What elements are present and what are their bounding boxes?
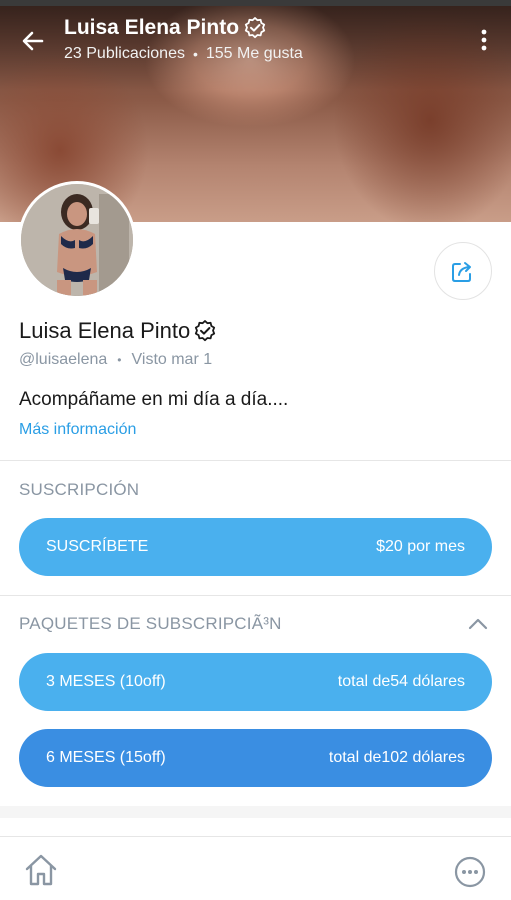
section-gap xyxy=(0,806,511,818)
avatar-photo xyxy=(21,184,133,296)
more-vertical-icon xyxy=(481,29,487,51)
bundle-label: 6 MESES (15off) xyxy=(46,749,166,766)
subscribe-price: $20 por mes xyxy=(376,538,465,555)
profile-name-row: Luisa Elena Pinto xyxy=(19,318,217,344)
back-button[interactable] xyxy=(18,26,48,56)
chevron-up-icon xyxy=(468,618,488,630)
share-button[interactable] xyxy=(434,242,492,300)
more-info-link[interactable]: Más información xyxy=(19,421,136,439)
profile-bio: Acompáñame en mi día a día.... xyxy=(19,389,289,410)
likes-count: 155 Me gusta xyxy=(205,45,303,62)
home-icon xyxy=(25,854,57,886)
last-seen: Visto mar 1 xyxy=(131,351,213,368)
divider xyxy=(0,460,511,461)
bundle-price: total de54 dólares xyxy=(337,673,465,690)
avatar-figure xyxy=(21,184,133,296)
posts-count: 23 Publicaciones xyxy=(64,45,185,62)
divider xyxy=(0,595,511,596)
stats-separator: • xyxy=(192,46,198,62)
bundle-label: 3 MESES (10off) xyxy=(46,673,166,690)
handle-row: @luisaelena • Visto mar 1 xyxy=(19,351,212,369)
subscription-title: SUSCRIPCIÓN xyxy=(19,480,140,499)
subscribe-button[interactable]: SUSCRÍBETE $20 por mes xyxy=(19,518,492,576)
profile-handle: @luisaelena xyxy=(19,351,108,368)
more-circle-icon xyxy=(454,856,486,888)
status-bar-strip xyxy=(0,0,511,6)
more-options-button[interactable] xyxy=(472,26,496,56)
subscribe-label: SUSCRÍBETE xyxy=(46,538,149,555)
handle-separator: • xyxy=(117,353,122,367)
home-button[interactable] xyxy=(22,852,60,888)
header-info: Luisa Elena Pinto 23 Publicaciones • 155… xyxy=(64,16,303,63)
menu-button[interactable] xyxy=(452,854,488,890)
bundles-title: PAQUETES DE SUBSCRIPCIÃ³N xyxy=(19,614,282,633)
bundle-button-3-months[interactable]: 3 MESES (10off) total de54 dólares xyxy=(19,653,492,711)
bottom-nav xyxy=(0,836,511,900)
profile-name: Luisa Elena Pinto xyxy=(19,318,191,343)
verified-badge-icon xyxy=(195,320,216,342)
share-icon xyxy=(452,262,471,282)
bundle-button-6-months[interactable]: 6 MESES (15off) total de102 dólares xyxy=(19,729,492,787)
bundle-price: total de102 dólares xyxy=(328,749,465,766)
arrow-left-icon xyxy=(22,31,44,51)
avatar[interactable] xyxy=(18,181,136,299)
profile-screen: Luisa Elena Pinto 23 Publicaciones • 155… xyxy=(0,0,511,900)
header-name: Luisa Elena Pinto xyxy=(64,16,240,39)
verified-badge-icon xyxy=(244,17,266,39)
bundles-collapse-button[interactable] xyxy=(466,614,490,634)
